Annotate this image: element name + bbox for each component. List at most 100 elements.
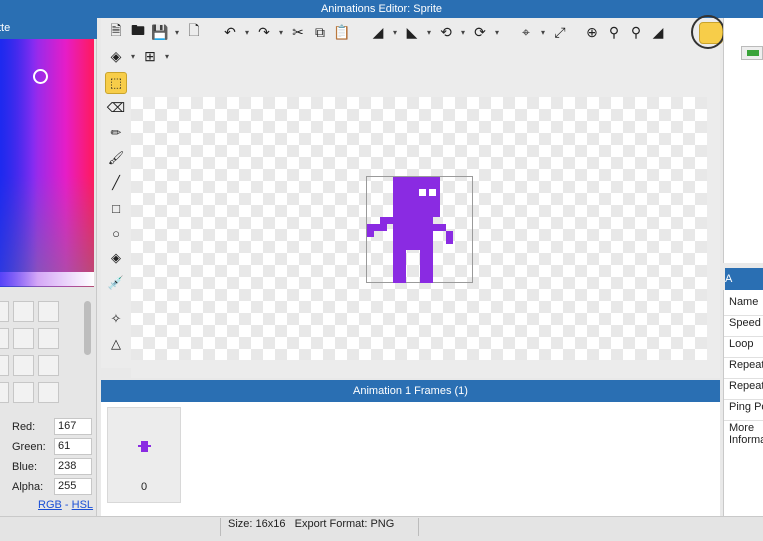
undo-icon[interactable]: ↶	[221, 23, 239, 41]
chevron-down-icon[interactable]: ▾	[425, 23, 433, 41]
pencil-tool-icon[interactable]: ✏	[105, 122, 127, 144]
invert-icon[interactable]: ◢	[649, 23, 667, 41]
blue-input[interactable]: 238	[54, 458, 92, 475]
layers-icon[interactable]: ◈	[107, 47, 125, 65]
green-label: Green:	[12, 441, 46, 453]
zoom-out-icon[interactable]: ⚲	[605, 23, 623, 41]
color-swatch[interactable]	[0, 301, 9, 322]
hsl-link[interactable]: HSL	[72, 499, 93, 511]
chevron-down-icon[interactable]: ▾	[129, 47, 137, 65]
sprite-body	[393, 217, 433, 250]
color-swatch[interactable]	[13, 328, 34, 349]
window-title: Animations Editor: Sprite	[0, 0, 763, 18]
frames-panel	[101, 402, 720, 516]
chevron-down-icon[interactable]: ▾	[277, 23, 285, 41]
palette-header: tte	[0, 18, 97, 39]
sprite-arm-left	[367, 224, 387, 231]
green-input[interactable]: 61	[54, 438, 92, 455]
flip-horizontal-icon[interactable]: ◢	[369, 23, 387, 41]
zoom-in-icon[interactable]: ⊕	[583, 23, 601, 41]
prop-repeat[interactable]: Repeat	[729, 359, 763, 371]
prop-loop[interactable]: Loop	[729, 338, 753, 350]
sprite-head	[393, 177, 440, 217]
tool-palette: ⬚ ⌫ ✏ 🖌 ╱ □ ○ ◈ 💉 ✧ △	[101, 68, 131, 368]
rotate-right-icon[interactable]: ⟳	[471, 23, 489, 41]
point-tool-icon[interactable]: ✧	[105, 308, 127, 330]
chevron-down-icon[interactable]: ▾	[493, 23, 501, 41]
sprite-arm-right	[446, 231, 453, 244]
save-icon[interactable]: 💾	[151, 23, 169, 41]
prop-repeat-2[interactable]: Repeat	[729, 380, 763, 392]
rgb-link[interactable]: RGB	[38, 499, 62, 511]
properties-panel: Name Speed Loop Repeat Repeat Ping Po Mo…	[723, 290, 763, 516]
prop-speed[interactable]: Speed	[729, 317, 761, 329]
sprite-arm-right	[433, 224, 446, 231]
zoom-fit-icon[interactable]: ⚲	[627, 23, 645, 41]
chevron-down-icon[interactable]: ▾	[163, 47, 171, 65]
status-divider	[418, 518, 419, 536]
color-swatch[interactable]	[38, 301, 59, 322]
palette-scrollbar[interactable]	[84, 301, 91, 355]
chevron-down-icon[interactable]: ▾	[539, 23, 547, 41]
color-swatch[interactable]	[0, 382, 9, 403]
grid-icon[interactable]: ⊞	[141, 47, 159, 65]
redo-icon[interactable]: ↷	[255, 23, 273, 41]
brush-tool-icon[interactable]: 🖌	[105, 147, 127, 169]
color-mode-links: RGB - HSL	[38, 499, 93, 511]
select-tool-icon[interactable]: ⬚	[105, 72, 127, 94]
ellipse-tool-icon[interactable]: ○	[105, 222, 127, 244]
chevron-down-icon[interactable]: ▾	[173, 23, 181, 41]
alpha-input[interactable]: 255	[54, 478, 92, 495]
color-swatch[interactable]	[13, 355, 34, 376]
save-as-icon[interactable]: 🗋	[185, 22, 203, 41]
sprite-leg-left	[393, 250, 406, 283]
frames-panel-header: Animation 1 Frames (1)	[101, 380, 720, 402]
main-toolbar: 🗎 🖿 💾 ▾ 🗋 ↶ ▾ ↷ ▾ ✂ ⧉ 📋 ◢ ▾ ◣ ▾ ⟲ ▾ ⟳ ▾ …	[101, 15, 725, 68]
alpha-label: Alpha:	[12, 481, 44, 493]
mode-separator: -	[64, 499, 69, 511]
blue-label: Blue:	[12, 461, 38, 473]
color-swatch[interactable]	[13, 382, 34, 403]
color-swatch[interactable]	[38, 328, 59, 349]
open-folder-icon[interactable]: 🖿	[129, 22, 147, 41]
rectangle-tool-icon[interactable]: □	[105, 197, 127, 219]
red-input[interactable]: 167	[54, 418, 92, 435]
new-file-icon[interactable]: 🗎	[107, 22, 125, 41]
flip-vertical-icon[interactable]: ◣	[403, 23, 421, 41]
chevron-down-icon[interactable]: ▾	[243, 23, 251, 41]
eraser-tool-icon[interactable]: ⌫	[105, 97, 127, 119]
color-swatch[interactable]	[38, 355, 59, 376]
prop-more-info[interactable]: More Informa	[729, 422, 763, 446]
color-swatch[interactable]	[13, 301, 34, 322]
crop-icon[interactable]: ⌖	[517, 23, 535, 41]
layer-visibility-button[interactable]	[741, 46, 763, 60]
copy-icon[interactable]: ⧉	[311, 23, 329, 41]
status-format: Export Format: PNG	[294, 518, 395, 530]
chevron-down-icon[interactable]: ▾	[391, 23, 399, 41]
prop-name[interactable]: Name	[729, 296, 758, 308]
line-tool-icon[interactable]: ╱	[105, 172, 127, 194]
eyedropper-tool-icon[interactable]: 💉	[105, 272, 127, 294]
prop-ping-pong[interactable]: Ping Po	[729, 401, 763, 413]
sprite-eye	[419, 189, 426, 196]
canvas-margin	[707, 97, 720, 360]
sprite-artboard[interactable]	[366, 176, 473, 283]
fill-tool-icon[interactable]: ◈	[105, 247, 127, 269]
cut-icon[interactable]: ✂	[289, 23, 307, 41]
resize-icon[interactable]: ⤢	[551, 23, 569, 41]
sprite-arm-left	[380, 217, 393, 224]
polygon-tool-icon[interactable]: △	[105, 333, 127, 355]
properties-header: A	[725, 268, 763, 290]
canvas-margin	[131, 360, 720, 378]
color-swatch[interactable]	[0, 355, 9, 376]
color-picker-handle[interactable]	[33, 69, 48, 84]
rotate-left-icon[interactable]: ⟲	[437, 23, 455, 41]
paste-icon[interactable]: 📋	[333, 23, 351, 41]
status-divider	[220, 518, 221, 536]
red-label: Red:	[12, 421, 36, 433]
sprite-eye	[429, 189, 436, 196]
swatch-grid	[0, 301, 59, 403]
color-swatch[interactable]	[38, 382, 59, 403]
color-swatch[interactable]	[0, 328, 9, 349]
chevron-down-icon[interactable]: ▾	[459, 23, 467, 41]
